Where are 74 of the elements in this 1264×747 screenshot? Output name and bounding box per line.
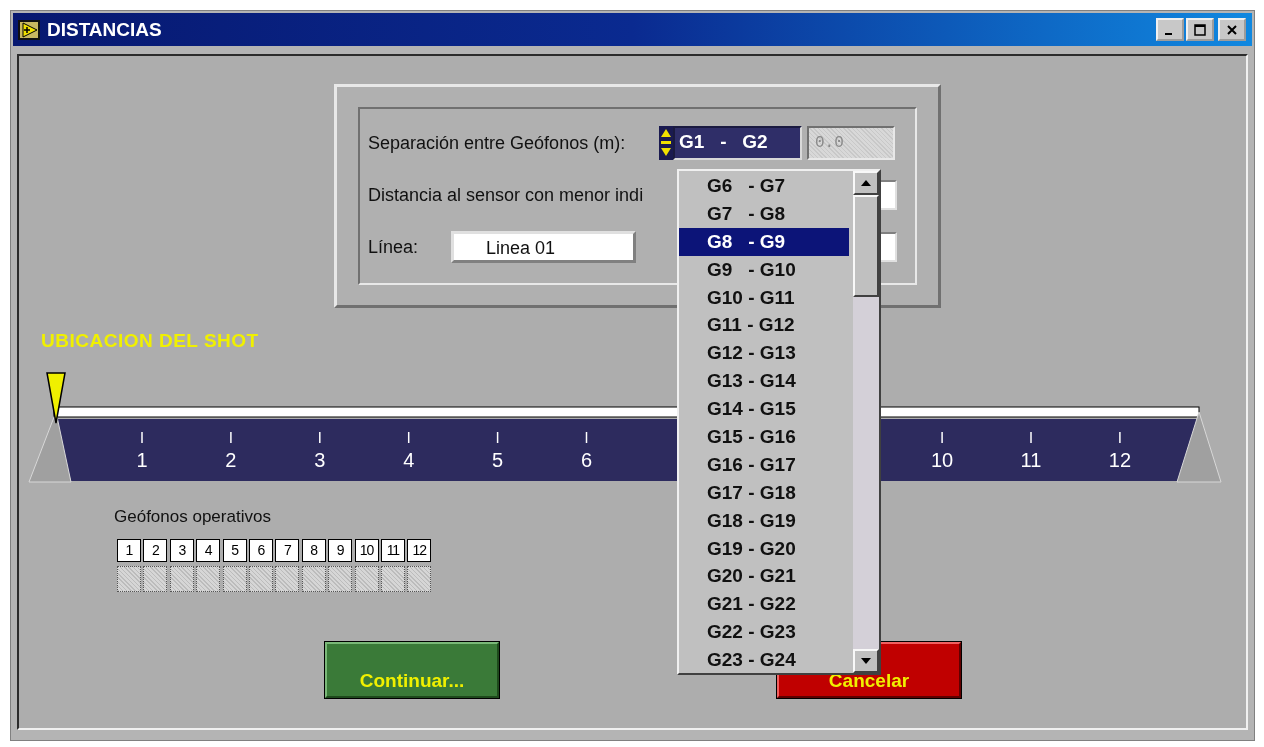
geophone-indicator[interactable] — [380, 566, 405, 592]
scale-tick: 10 — [930, 431, 954, 471]
scale-tick: 2 — [225, 431, 237, 471]
dropdown-option[interactable]: G10 - G11 — [679, 283, 849, 312]
down-arrow-icon — [861, 658, 871, 664]
slider-end-icon — [1176, 411, 1222, 483]
geophone-number: 3 — [169, 539, 194, 562]
geophone-indicator[interactable] — [117, 566, 141, 592]
dropdown-option[interactable]: G15 - G16 — [679, 423, 849, 451]
minimize-icon — [1165, 32, 1172, 35]
dropdown-option[interactable]: G16 - G17 — [679, 450, 849, 479]
geophone-number: 7 — [275, 539, 300, 562]
dropdown-option[interactable]: G13 - G14 — [679, 367, 849, 396]
dropdown-option[interactable]: G20 - G21 — [679, 562, 849, 591]
close-icon — [1226, 23, 1238, 36]
window-title: DISTANCIAS — [47, 18, 162, 41]
geophone-number: 8 — [301, 539, 326, 562]
dropdown-option[interactable]: G11 - G12 — [679, 311, 849, 340]
app-icon — [17, 18, 41, 41]
geophone-indicator[interactable] — [222, 566, 247, 592]
line-field[interactable]: Linea 01 — [451, 231, 636, 263]
dropdown-option[interactable]: G14 - G15 — [679, 395, 849, 423]
up-arrow-icon — [861, 180, 871, 186]
scroll-up-button[interactable] — [853, 171, 879, 195]
geophone-indicator[interactable] — [407, 566, 432, 592]
close-button[interactable] — [1218, 18, 1246, 41]
geophone-number: 6 — [248, 539, 273, 562]
geophone-indicator[interactable] — [301, 566, 326, 592]
scale-tick: 11 — [1020, 431, 1042, 471]
geophone-number: 5 — [222, 539, 247, 562]
geophone-indicator[interactable] — [196, 566, 221, 592]
dropdown-option[interactable]: G7 - G8 — [679, 199, 849, 228]
separation-label: Separación entre Geófonos (m): — [368, 132, 627, 154]
dropdown-option[interactable]: G9 - G10 — [679, 255, 849, 284]
geophone-number: 4 — [196, 539, 221, 562]
continue-button[interactable]: Continuar... — [325, 642, 499, 698]
geophone-number: 12 — [407, 539, 432, 562]
geophone-indicator[interactable] — [328, 566, 353, 592]
dropdown-option[interactable]: G6 - G7 — [679, 172, 849, 200]
maximize-button[interactable] — [1186, 18, 1214, 41]
distance-label: Distancia al sensor con menor indi — [368, 184, 644, 206]
shot-title: UBICACION DEL SHOT — [41, 330, 259, 352]
dropdown-option[interactable]: G17 - G18 — [679, 478, 849, 507]
geophone-indicator[interactable] — [248, 566, 273, 592]
slider-thumb[interactable] — [46, 372, 66, 424]
geophone-number: 9 — [328, 539, 353, 562]
geophone-number: 1 — [117, 539, 141, 562]
minimize-button[interactable] — [1156, 18, 1184, 41]
scroll-down-button[interactable] — [853, 649, 879, 673]
dropdown-option[interactable]: G19 - G20 — [679, 534, 849, 563]
separation-dropdown[interactable]: G1 - G2 — [673, 126, 802, 160]
geophone-indicator[interactable] — [354, 566, 379, 592]
separation-readout: 0.0 — [807, 126, 895, 160]
maximize-icon — [1194, 23, 1206, 36]
scale-tick: 6 — [580, 431, 593, 471]
scroll-thumb[interactable] — [853, 195, 879, 297]
scale-tick: 5 — [492, 431, 504, 471]
dropdown-option[interactable]: G12 - G13 — [679, 339, 849, 368]
scale-tick: 3 — [314, 431, 326, 471]
geophone-indicator[interactable] — [143, 566, 168, 592]
geophone-indicator[interactable] — [169, 566, 194, 592]
geophone-number: 11 — [380, 539, 405, 562]
geophones-label: Geófonos operativos — [114, 507, 271, 527]
dropdown-option[interactable]: G8 - G9 — [679, 227, 849, 256]
geophone-number: 2 — [143, 539, 168, 562]
scale-tick: 4 — [403, 431, 415, 471]
scale-tick: 1 — [136, 431, 148, 471]
geophone-indicator[interactable] — [275, 566, 300, 592]
scale-tick: 12 — [1108, 431, 1132, 471]
spinner-icon[interactable] — [659, 126, 673, 160]
geophone-number: 10 — [354, 539, 379, 562]
dropdown-option[interactable]: G21 - G22 — [679, 590, 849, 619]
line-label: Línea: — [368, 236, 420, 258]
dropdown-option[interactable]: G18 - G19 — [679, 506, 849, 535]
